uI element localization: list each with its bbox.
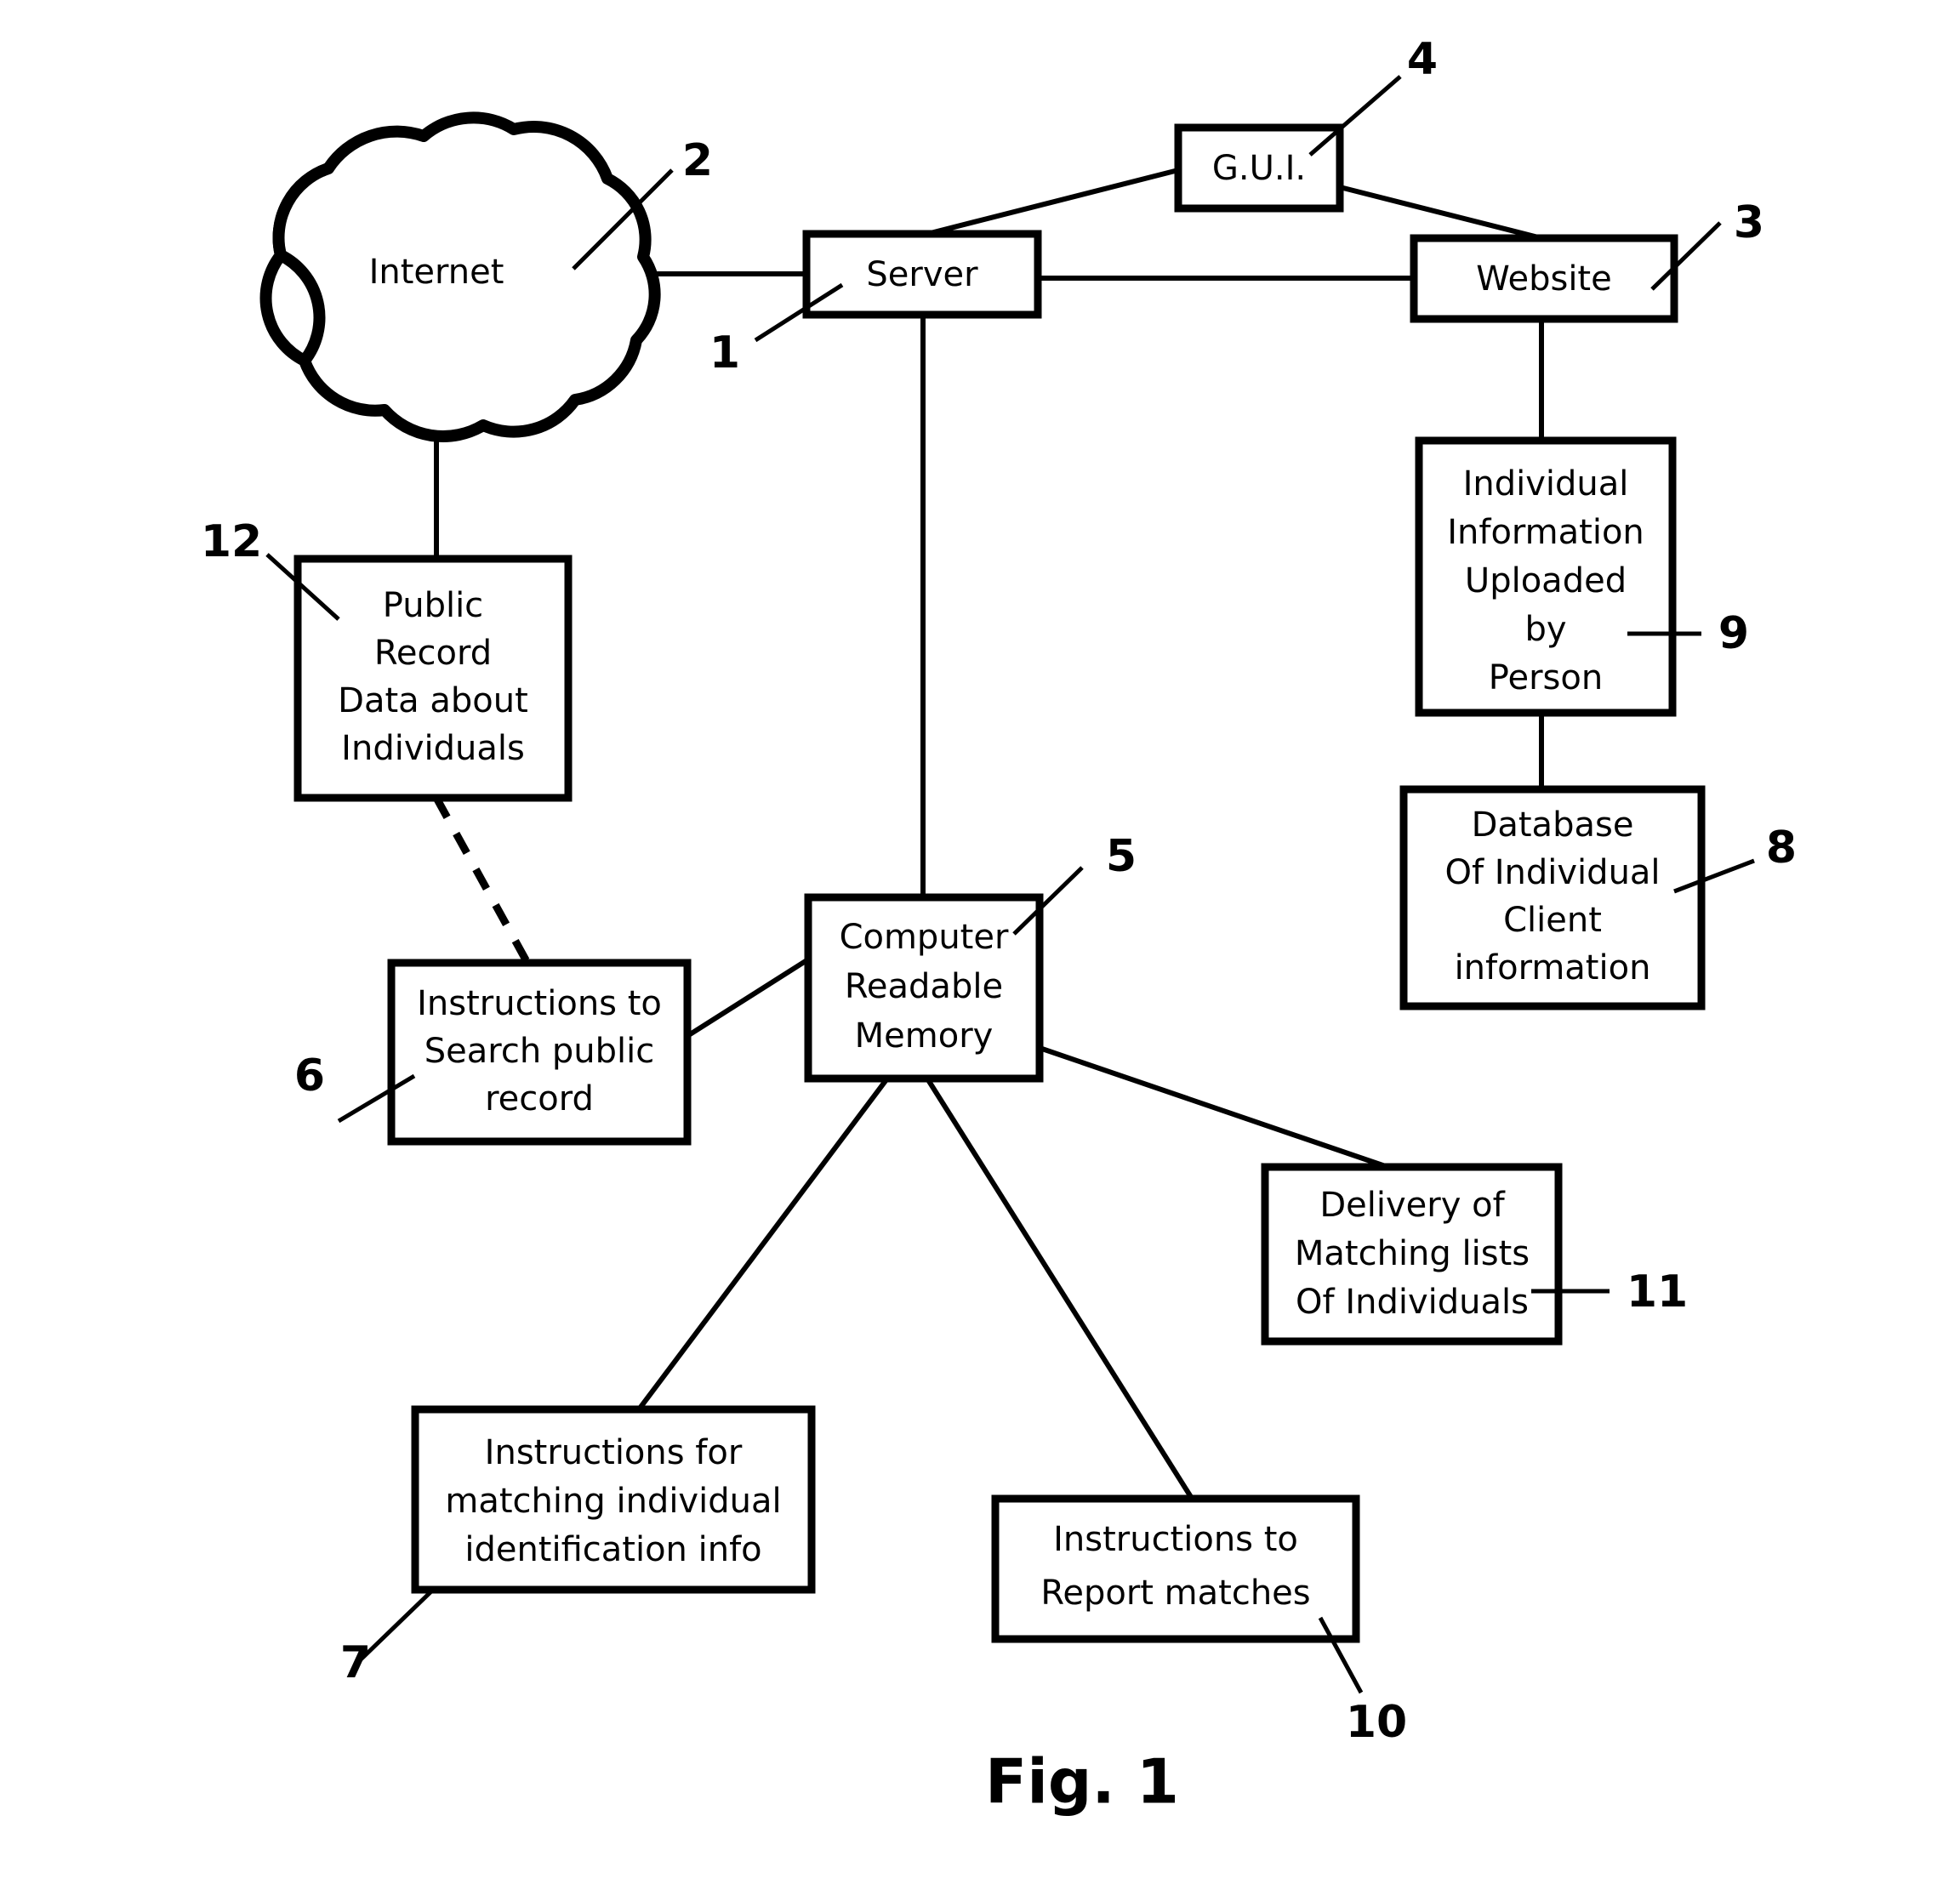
ref-number-2: 2: [682, 135, 713, 186]
node-label-uploaded-info-line-2: Information: [1447, 513, 1644, 552]
connector-memory-delivery: [1039, 1045, 1396, 1172]
node-label-internet: Internet: [369, 253, 504, 292]
node-label-delivery-line-1: Delivery of: [1319, 1186, 1505, 1225]
node-label-gui: G.U.I.: [1212, 149, 1306, 188]
node-label-public-record-line-1: Public: [383, 586, 483, 625]
node-search-instructions[interactable]: Instructions to Search public record: [387, 959, 692, 1146]
node-label-uploaded-info-line-4: by: [1524, 610, 1566, 649]
node-label-search-instructions-line-2: Search public: [424, 1032, 655, 1071]
ref-number-12: 12: [201, 516, 262, 567]
node-label-public-record-line-4: Individuals: [341, 729, 525, 768]
ref-number-1: 1: [709, 327, 740, 379]
ref-number-3: 3: [1734, 197, 1764, 248]
ref-number-10: 10: [1346, 1697, 1407, 1748]
node-memory[interactable]: Computer Readable Memory: [804, 893, 1044, 1083]
node-label-database-line-2: Of Individual: [1444, 853, 1660, 892]
node-internet[interactable]: Internet: [259, 111, 661, 442]
node-label-report-instructions-line-2: Report matches: [1040, 1574, 1310, 1613]
node-matching-instructions[interactable]: Instructions for matching individual ide…: [411, 1405, 816, 1594]
node-label-database-line-3: Client: [1503, 901, 1602, 940]
node-uploaded-info[interactable]: Individual Information Uploaded by Perso…: [1415, 436, 1677, 717]
node-server[interactable]: Server: [802, 230, 1042, 319]
node-delivery[interactable]: Delivery of Matching lists Of Individual…: [1261, 1163, 1563, 1346]
connector-public-record-search-instructions: [433, 795, 531, 965]
node-label-memory-line-2: Readable: [845, 967, 1003, 1006]
node-label-server: Server: [866, 255, 978, 294]
ref-marker-5: 5: [1012, 831, 1137, 936]
ref-marker-7: 7: [340, 1589, 434, 1688]
ref-marker-10: 10: [1318, 1616, 1407, 1748]
diagram-canvas: Internet 2 Server 1 G.U.I. 4 Website 3 P…: [201, 34, 1797, 1818]
node-label-matching-instructions-line-1: Instructions for: [485, 1433, 743, 1472]
connector-gui-website: [1339, 185, 1542, 241]
node-website[interactable]: Website: [1410, 234, 1678, 323]
node-label-delivery-line-3: Of Individuals: [1296, 1283, 1529, 1322]
ref-number-7: 7: [340, 1637, 371, 1688]
node-label-uploaded-info-line-5: Person: [1489, 658, 1603, 697]
ref-marker-1: 1: [709, 282, 844, 379]
node-label-search-instructions-line-1: Instructions to: [417, 984, 662, 1023]
node-report-instructions[interactable]: Instructions to Report matches: [991, 1494, 1360, 1643]
figure-caption: Fig. 1: [985, 1746, 1179, 1818]
ref-number-8: 8: [1766, 822, 1797, 874]
node-label-delivery-line-2: Matching lists: [1295, 1234, 1530, 1273]
node-label-public-record-line-3: Data about: [338, 681, 528, 720]
node-label-database-line-1: Database: [1472, 805, 1634, 845]
node-public-record[interactable]: Public Record Data about Individuals: [293, 555, 573, 802]
node-label-memory-line-1: Computer: [840, 918, 1009, 957]
node-gui[interactable]: G.U.I.: [1174, 123, 1344, 213]
connector-server-gui: [926, 168, 1179, 236]
ref-number-11: 11: [1627, 1266, 1688, 1318]
node-label-database-line-4: information: [1455, 948, 1651, 988]
ref-number-4: 4: [1407, 34, 1438, 85]
node-database[interactable]: Database Of Individual Client informatio…: [1399, 785, 1706, 1010]
connector-search-instructions-memory: [686, 957, 810, 1039]
ref-number-5: 5: [1106, 831, 1137, 882]
node-label-website: Website: [1476, 259, 1611, 299]
node-label-matching-instructions-line-3: identification info: [464, 1530, 761, 1569]
ref-number-9: 9: [1718, 608, 1749, 659]
node-label-public-record-line-2: Record: [374, 634, 492, 673]
node-label-uploaded-info-line-3: Uploaded: [1465, 561, 1627, 600]
connector-memory-report-instructions: [925, 1077, 1194, 1499]
node-label-matching-instructions-line-2: matching individual: [445, 1482, 781, 1521]
ref-number-6: 6: [294, 1050, 325, 1101]
node-label-uploaded-info-line-1: Individual: [1463, 464, 1629, 504]
patent-figure: Internet 2 Server 1 G.U.I. 4 Website 3 P…: [0, 0, 1960, 1884]
node-label-report-instructions-line-1: Instructions to: [1053, 1520, 1298, 1559]
node-label-memory-line-3: Memory: [855, 1016, 994, 1056]
ref-marker-4: 4: [1308, 34, 1438, 157]
node-label-search-instructions-line-3: record: [485, 1079, 594, 1118]
leader-line-4: [1308, 75, 1402, 157]
